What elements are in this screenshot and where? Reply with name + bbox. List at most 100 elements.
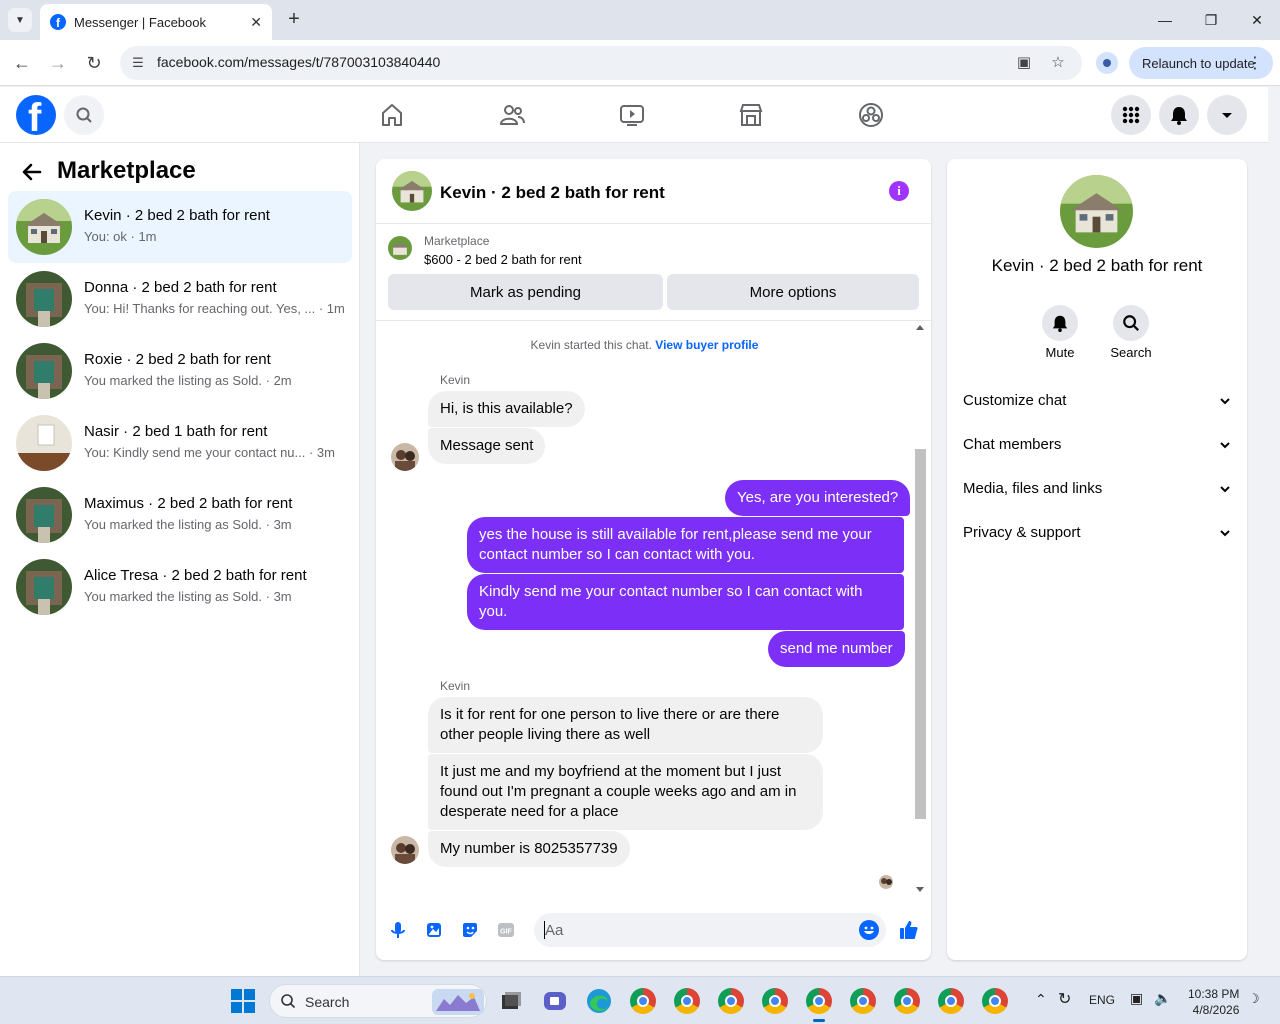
chrome-app-icon-active[interactable]: [804, 986, 834, 1022]
marketplace-icon[interactable]: [737, 101, 765, 129]
emoji-icon[interactable]: [858, 919, 880, 941]
facebook-search-button[interactable]: [64, 95, 104, 135]
sender-name: Kevin: [440, 679, 471, 693]
facebook-favicon-icon: f: [50, 14, 66, 30]
message-list: Kevin started this chat. View buyer prof…: [376, 321, 931, 903]
home-icon[interactable]: [378, 101, 406, 129]
windows-taskbar: Search ⌃ ↻ ENG ▣ 🔈 10:38 PM 4/8/2026 ☽: [0, 976, 1280, 1024]
meet-app-icon[interactable]: [540, 986, 570, 1016]
tab-search-chevron-icon[interactable]: ▼: [8, 8, 32, 32]
scroll-up-arrow-icon[interactable]: [916, 325, 924, 330]
volume-icon[interactable]: 🔈: [1154, 990, 1171, 1007]
conversation-item[interactable]: Roxie · 2 bed 2 bath for rent You marked…: [8, 335, 352, 407]
chevron-down-icon: [1220, 486, 1230, 493]
media-files-links-section[interactable]: Media, files and links: [963, 467, 1233, 511]
url-text[interactable]: facebook.com/messages/t/787003103840440: [157, 54, 440, 70]
page-scrollbar[interactable]: [1268, 87, 1280, 976]
kevin-avatar[interactable]: [391, 836, 419, 864]
language-indicator[interactable]: ENG: [1089, 993, 1115, 1007]
back-arrow-icon[interactable]: [20, 160, 44, 184]
listing-thumbnail[interactable]: [388, 236, 412, 260]
conversation-item[interactable]: Donna · 2 bed 2 bath for rent You: Hi! T…: [8, 263, 352, 335]
task-view-icon[interactable]: [496, 986, 526, 1016]
chrome-app-icon[interactable]: [892, 986, 922, 1016]
edge-browser-icon[interactable]: [584, 986, 614, 1016]
info-icon[interactable]: i: [889, 181, 909, 201]
windows-start-icon[interactable]: [231, 989, 255, 1013]
bookmark-star-icon[interactable]: ☆: [1048, 53, 1068, 73]
photo-icon[interactable]: [424, 920, 444, 940]
scroll-down-arrow-icon[interactable]: [916, 887, 924, 892]
search-icon: [1123, 315, 1139, 331]
taskbar-search[interactable]: Search: [269, 984, 487, 1018]
conversation-item[interactable]: Kevin · 2 bed 2 bath for rent You: ok · …: [8, 191, 352, 263]
tab-close-icon[interactable]: ✕: [250, 14, 262, 31]
minimize-button[interactable]: —: [1150, 8, 1180, 32]
chat-title[interactable]: Kevin · 2 bed 2 bath for rent: [440, 183, 665, 203]
clock-date: 4/8/2026: [1192, 1003, 1240, 1017]
message-input[interactable]: Aa: [534, 913, 886, 947]
facebook-logo[interactable]: f: [16, 95, 56, 135]
chrome-app-icon[interactable]: [716, 986, 746, 1016]
privacy-support-section[interactable]: Privacy & support: [963, 511, 1233, 555]
gif-icon[interactable]: GIF: [496, 920, 516, 940]
chrome-app-icon[interactable]: [760, 986, 790, 1016]
tray-chevron-up-icon[interactable]: ⌃: [1035, 991, 1047, 1008]
customize-chat-section[interactable]: Customize chat: [963, 379, 1233, 423]
new-tab-button[interactable]: +: [282, 8, 306, 32]
restore-button[interactable]: ❐: [1196, 8, 1226, 32]
back-arrow-icon[interactable]: ←: [10, 51, 34, 75]
forward-arrow-icon[interactable]: →: [46, 51, 70, 75]
incoming-message: It just me and my boyfriend at the momen…: [428, 754, 823, 830]
taskbar-clock[interactable]: 10:38 PM 4/8/2026: [1188, 986, 1239, 1018]
site-settings-icon[interactable]: ☰: [128, 53, 148, 73]
gaming-icon[interactable]: [857, 101, 885, 129]
notification-moon-icon[interactable]: ☽: [1248, 991, 1260, 1007]
browser-menu-icon[interactable]: ⋮: [1247, 53, 1263, 73]
account-button[interactable]: [1207, 95, 1247, 135]
mute-label: Mute: [1045, 345, 1075, 360]
chat-members-section[interactable]: Chat members: [963, 423, 1233, 467]
relaunch-to-update-button[interactable]: Relaunch to update ⋮: [1129, 47, 1273, 79]
message-scrollbar[interactable]: [913, 321, 928, 903]
sync-icon[interactable]: ↻: [1058, 989, 1071, 1009]
chrome-app-icon[interactable]: [980, 986, 1010, 1016]
more-options-button[interactable]: More options: [667, 274, 919, 310]
chevron-down-icon: [1220, 442, 1230, 449]
kevin-avatar[interactable]: [391, 443, 419, 471]
video-icon[interactable]: [618, 101, 646, 129]
listing-price-title[interactable]: $600 - 2 bed 2 bath for rent: [424, 252, 582, 267]
conversation-item[interactable]: Maximus · 2 bed 2 bath for rent You mark…: [8, 479, 352, 551]
install-app-icon[interactable]: ▣: [1014, 53, 1034, 73]
listing-profile-avatar[interactable]: [1060, 175, 1133, 248]
chrome-app-icon[interactable]: [936, 986, 966, 1016]
chrome-app-icon[interactable]: [848, 986, 878, 1016]
conversation-snippet: You marked the listing as Sold. · 3m: [84, 589, 292, 604]
close-window-button[interactable]: ✕: [1242, 8, 1272, 32]
chat-listing-avatar[interactable]: [392, 171, 432, 211]
conversation-sidebar: Marketplace Kevin · 2 bed 2 bath for ren…: [0, 143, 360, 976]
conversation-item[interactable]: Nasir · 2 bed 1 bath for rent You: Kindl…: [8, 407, 352, 479]
conversation-item[interactable]: Alice Tresa · 2 bed 2 bath for rent You …: [8, 551, 352, 623]
chrome-app-icon[interactable]: [628, 986, 658, 1016]
microphone-icon[interactable]: [388, 920, 408, 940]
taskbar-search-label: Search: [305, 994, 350, 1010]
friends-icon[interactable]: [498, 101, 526, 129]
view-buyer-profile-link[interactable]: View buyer profile: [655, 338, 758, 352]
mute-button[interactable]: [1042, 305, 1078, 341]
chrome-app-icon[interactable]: [672, 986, 702, 1016]
menu-grid-button[interactable]: [1111, 95, 1151, 135]
listing-house-avatar: [16, 343, 72, 399]
browser-tab[interactable]: f Messenger | Facebook ✕: [40, 4, 272, 40]
reload-icon[interactable]: ↻: [82, 51, 106, 75]
network-icon[interactable]: ▣: [1130, 990, 1143, 1007]
profile-avatar-icon[interactable]: [1096, 52, 1118, 74]
mark-as-pending-button[interactable]: Mark as pending: [388, 274, 663, 310]
notifications-button[interactable]: [1159, 95, 1199, 135]
scrollbar-thumb[interactable]: [915, 449, 926, 819]
address-bar[interactable]: ☰ facebook.com/messages/t/78700310384044…: [120, 46, 1082, 80]
sidebar-title: Marketplace: [57, 157, 196, 184]
thumbs-up-icon[interactable]: [898, 919, 920, 941]
search-in-chat-button[interactable]: [1113, 305, 1149, 341]
sticker-icon[interactable]: [460, 920, 480, 940]
